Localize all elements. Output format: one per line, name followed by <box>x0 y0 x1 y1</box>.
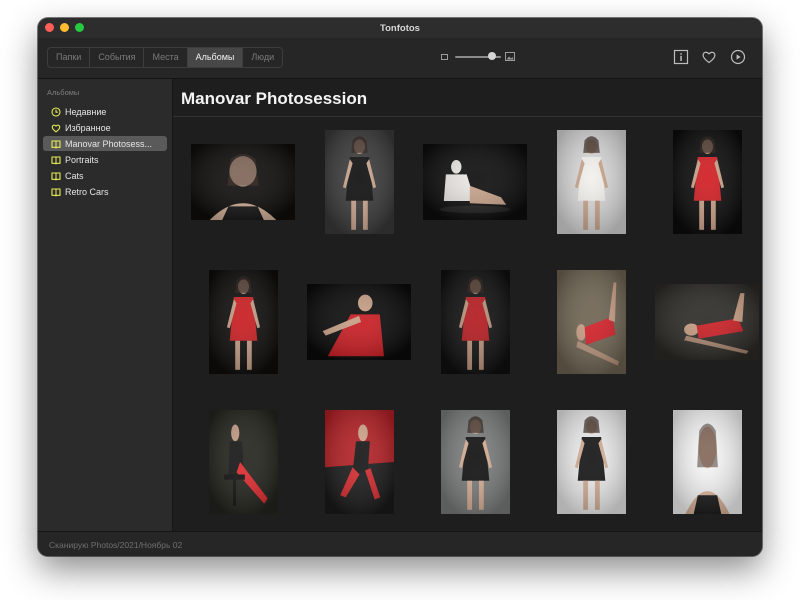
photo-image <box>440 269 510 374</box>
tab-albums[interactable]: Альбомы <box>187 48 244 67</box>
photo-thumbnail[interactable] <box>417 129 533 234</box>
sidebar-item-label: Manovar Photosess... <box>65 138 153 149</box>
sidebar-item-retro-cars[interactable]: Retro Cars <box>43 184 167 199</box>
page-title: Manovar Photosession <box>181 89 368 108</box>
sidebar-item-manovar-photosession[interactable]: Manovar Photosess... <box>43 136 167 151</box>
photo-thumbnail[interactable] <box>533 269 649 374</box>
tab-events[interactable]: События <box>90 48 145 67</box>
small-image-icon <box>441 54 448 60</box>
tab-people[interactable]: Люди <box>243 48 282 67</box>
photo-image <box>208 409 278 514</box>
tab-folders[interactable]: Папки <box>48 48 91 67</box>
photo-image <box>423 143 527 220</box>
photo-thumbnail[interactable] <box>533 129 649 234</box>
sidebar-item-label: Portraits <box>65 154 99 165</box>
large-image-icon <box>505 52 515 61</box>
album-icon <box>51 187 61 197</box>
sidebar: Альбомы Недавние Избранное Manovar Photo… <box>38 79 173 531</box>
photo-image <box>556 409 626 514</box>
sidebar-item-label: Недавние <box>65 106 107 117</box>
sidebar-item-cats[interactable]: Cats <box>43 168 167 183</box>
photo-image <box>556 129 626 234</box>
sidebar-header: Альбомы <box>47 88 80 97</box>
photo-image <box>208 269 278 374</box>
photo-image <box>307 283 411 360</box>
photo-image <box>324 129 394 234</box>
photo-thumbnail[interactable] <box>301 409 417 514</box>
album-icon <box>51 171 61 181</box>
toolbar: Папки События Места Альбомы Люди <box>38 38 762 79</box>
photo-image <box>324 409 394 514</box>
clock-icon <box>51 106 61 117</box>
album-view: Manovar Photosession <box>173 79 762 531</box>
photo-thumbnail[interactable] <box>301 129 417 234</box>
sidebar-item-label: Cats <box>65 170 84 181</box>
view-switcher: Папки События Места Альбомы Люди <box>47 47 284 68</box>
photo-thumbnail[interactable] <box>649 409 762 514</box>
sidebar-item-label: Retro Cars <box>65 186 109 197</box>
photo-thumbnail[interactable] <box>649 129 762 234</box>
photo-image <box>672 129 742 234</box>
photo-image <box>191 143 295 220</box>
sidebar-item-favorites[interactable]: Избранное <box>43 120 167 135</box>
heart-icon <box>51 124 61 132</box>
heart-icon[interactable] <box>701 49 717 65</box>
maximize-window-button[interactable] <box>75 23 84 32</box>
photo-thumbnail[interactable] <box>185 269 301 374</box>
status-text: Сканирую Photos/2021/Ноябрь 02 <box>49 540 183 550</box>
sidebar-item-portraits[interactable]: Portraits <box>43 152 167 167</box>
zoom-knob[interactable] <box>487 52 496 60</box>
tab-places[interactable]: Места <box>144 48 188 67</box>
info-icon[interactable] <box>673 49 689 65</box>
photo-image <box>440 409 510 514</box>
status-bar: Сканирую Photos/2021/Ноябрь 02 <box>38 531 762 556</box>
photo-image <box>672 409 742 514</box>
title-bar: Tonfotos <box>38 18 762 38</box>
play-icon[interactable] <box>730 49 746 65</box>
photo-image <box>655 283 759 360</box>
close-window-button[interactable] <box>45 23 54 32</box>
sidebar-item-recent[interactable]: Недавние <box>43 104 167 119</box>
album-icon <box>51 155 61 165</box>
photo-image <box>556 269 626 374</box>
photo-thumbnail[interactable] <box>649 269 762 374</box>
photo-thumbnail[interactable] <box>417 409 533 514</box>
photo-thumbnail[interactable] <box>417 269 533 374</box>
window-title: Tonfotos <box>380 22 420 34</box>
app-window: Tonfotos Папки События Места Альбомы Люд… <box>38 18 762 556</box>
photo-thumbnail[interactable] <box>533 409 649 514</box>
album-list: Недавние Избранное Manovar Photosess... <box>43 104 167 200</box>
photo-thumbnail[interactable] <box>301 269 417 374</box>
window-controls <box>45 23 84 32</box>
photo-grid <box>173 117 762 531</box>
zoom-slider[interactable] <box>441 51 519 63</box>
photo-thumbnail[interactable] <box>185 409 301 514</box>
album-icon <box>51 139 61 149</box>
photo-thumbnail[interactable] <box>185 129 301 234</box>
minimize-window-button[interactable] <box>60 23 69 32</box>
sidebar-item-label: Избранное <box>65 122 111 133</box>
